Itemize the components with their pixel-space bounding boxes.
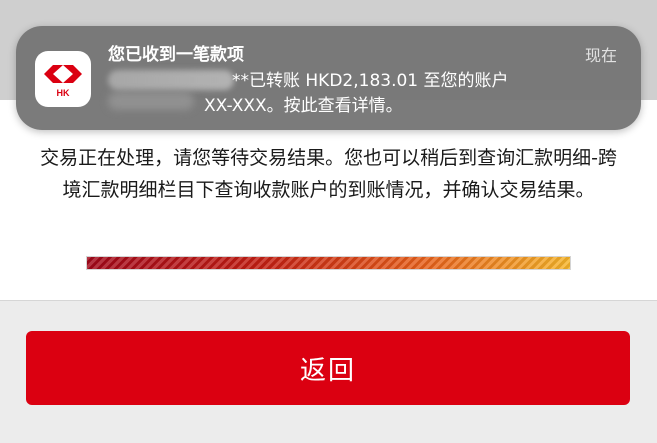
progress-fill [87, 257, 570, 269]
processing-message: 交易正在处理，请您等待交易结果。您也可以稍后到查询汇款明细-跨境汇款明细栏目下查… [40, 147, 617, 201]
redacted-sender-shadow [108, 92, 194, 110]
back-button[interactable]: 返回 [26, 331, 630, 405]
redacted-sender [108, 70, 234, 90]
hsbc-hk-app-icon: HK [35, 51, 91, 107]
hsbc-hexagon-icon [44, 65, 82, 83]
push-notification[interactable]: HK 您已收到一笔款项 现在 **已转账 HKD2,183.01 至您的账户 X… [16, 26, 641, 130]
app-badge-text: HK [56, 88, 70, 98]
notification-time: 现在 [584, 46, 617, 65]
notification-title: 您已收到一笔款项 [108, 45, 244, 65]
screen: 交易正在处理，请您等待交易结果。您也可以稍后到查询汇款明细-跨境汇款明细栏目下查… [0, 0, 657, 443]
notification-body-line2: XX-XXX。按此查看详情。 [204, 96, 403, 116]
notification-body-line1: **已转账 HKD2,183.01 至您的账户 [232, 71, 509, 91]
progress-bar [86, 256, 571, 270]
